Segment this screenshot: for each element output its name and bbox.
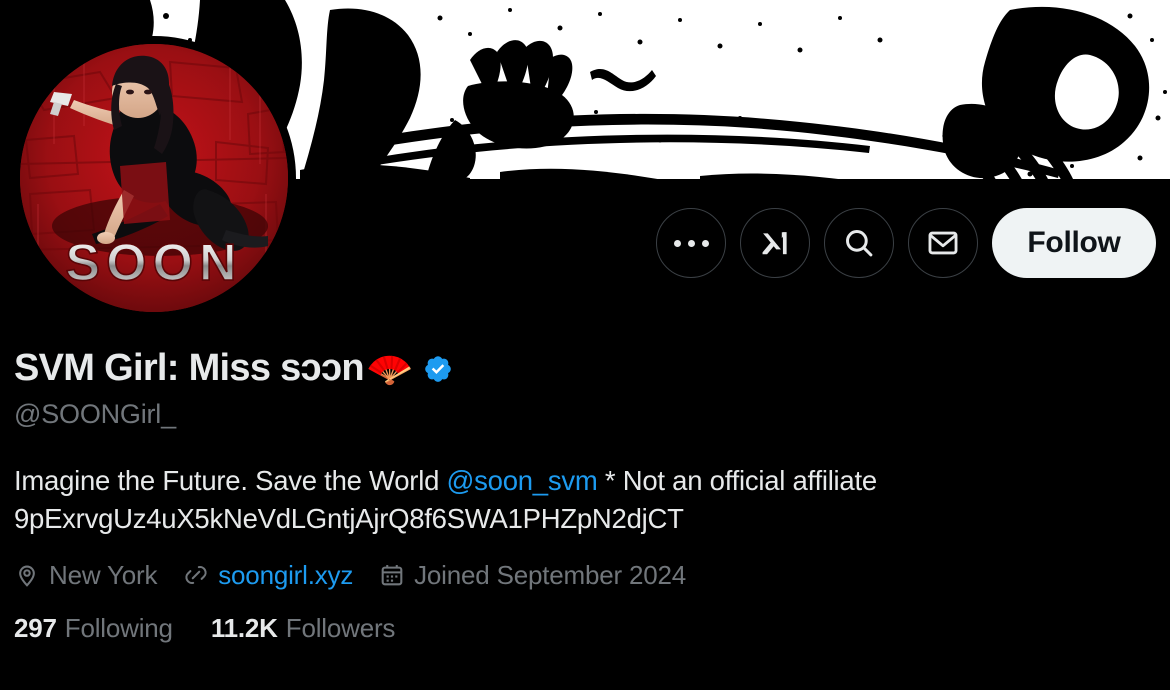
ellipsis-icon [673,239,709,247]
display-name: SVM Girl: Miss sɔɔn [14,347,365,389]
envelope-icon [926,226,960,260]
grok-button[interactable] [740,208,810,278]
message-button[interactable] [908,208,978,278]
profile-location: New York [14,560,157,591]
bio-wallet-address: 9pExrvgUz4uX5kNeVdLGntjAjrQ8f6SWA1PHZpN2… [14,502,684,534]
search-icon [842,226,876,260]
profile-handle: @SOONGirl_ [14,398,176,429]
profile-website[interactable]: soongirl.xyz [183,560,353,591]
profile-stats-row: 297 Following 11.2K Followers [14,613,1154,644]
display-name-row: SVM Girl: Miss sɔɔn 🪭 [14,347,1154,391]
verified-badge-icon [423,354,453,384]
followers-label: Followers [285,612,396,643]
calendar-icon [379,562,405,588]
bio-text-after: * Not an official affiliate [597,464,877,496]
bio-text-before: Imagine the Future. Save the World [14,464,447,496]
location-pin-icon [14,562,40,588]
bio-mention-link[interactable]: @soon_svm [447,465,598,496]
profile-action-bar: Follow [656,208,1156,278]
svg-text:SOON: SOON [65,234,242,292]
followers-count: 11.2K [210,612,278,643]
profile-page: SOON Follow SVM Girl: Miss sɔɔn 🪭 @SOONG… [0,0,1170,690]
avatar-image: SOON [20,44,288,312]
avatar[interactable]: SOON [12,36,296,320]
hand-fan-emoji: 🪭 [365,348,413,391]
following-label: Following [64,612,173,643]
joined-date-text: Joined September 2024 [414,559,687,590]
profile-info: SVM Girl: Miss sɔɔn 🪭 @SOONGirl_ Imagine… [14,347,1154,644]
more-options-button[interactable] [656,208,726,278]
location-text: New York [49,559,158,590]
following-stat[interactable]: 297 Following [14,613,173,644]
link-icon [183,562,209,588]
profile-bio: Imagine the Future. Save the World @soon… [14,462,1024,538]
profile-joined: Joined September 2024 [379,560,686,591]
website-link[interactable]: soongirl.xyz [218,560,353,591]
search-button[interactable] [824,208,894,278]
following-count: 297 [14,612,57,643]
follow-button[interactable]: Follow [992,208,1156,278]
profile-meta-row: New York soongirl.xyz Joined September 2… [14,560,1154,591]
xai-grok-icon [758,226,792,260]
followers-stat[interactable]: 11.2K Followers [210,612,396,644]
